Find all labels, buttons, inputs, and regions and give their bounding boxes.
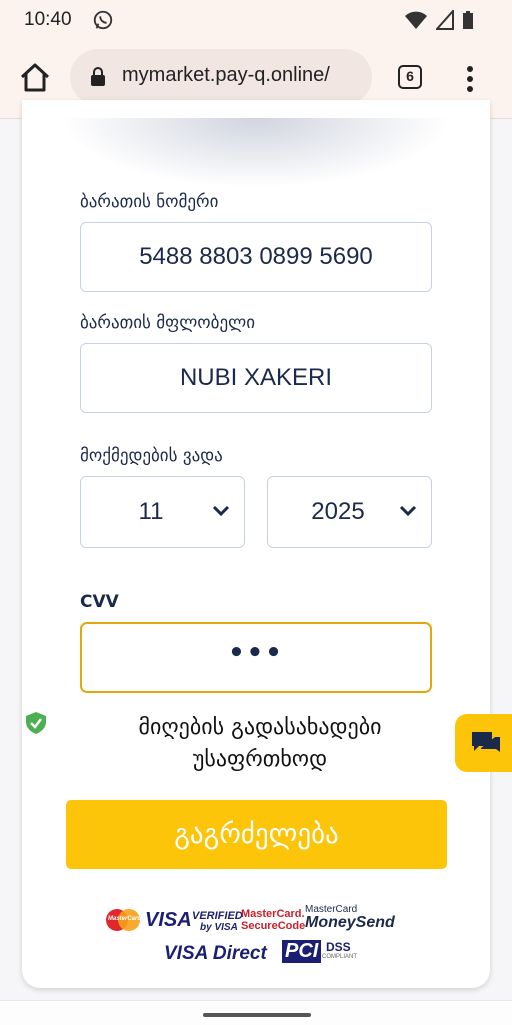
address-bar[interactable]: mymarket.pay-q.online/ [70, 49, 372, 105]
chat-icon [472, 732, 500, 752]
expiry-year-select[interactable]: 2025 [267, 476, 432, 548]
gesture-handle[interactable] [203, 1013, 311, 1017]
card-holder-input[interactable]: NUBI XAKERI [80, 343, 432, 413]
system-nav-bar [0, 1000, 512, 1025]
secure-line-1: მიღების გადასახადები [138, 715, 382, 740]
signal-icon [436, 10, 454, 30]
chevron-down-icon [212, 505, 230, 517]
tab-switcher-button[interactable]: 6 [398, 65, 422, 89]
lock-icon [91, 67, 105, 86]
compliant-text: COMPLIANT [322, 954, 358, 960]
home-icon[interactable] [18, 60, 52, 94]
secure-payment-text: მიღების გადასახადები უსაფრთხოდ [100, 712, 420, 776]
moneysend-logo-2: MoneySend [305, 914, 395, 931]
expiry-label: მოქმედების ვადა [80, 446, 223, 466]
shield-check-icon [26, 712, 46, 734]
chat-button[interactable] [455, 714, 512, 772]
cvv-input[interactable]: ••• [80, 622, 432, 693]
securecode-logo-1: MasterCard. [241, 908, 305, 920]
dss-logo: DSS [326, 940, 351, 954]
wifi-icon [405, 11, 427, 29]
secure-line-2: უსაფრთხოდ [192, 747, 328, 772]
card-header-shadow [60, 118, 452, 188]
card-number-input[interactable]: 5488 8803 0899 5690 [80, 222, 432, 292]
url-text: mymarket.pay-q.online/ [122, 64, 330, 86]
status-time: 10:40 [24, 9, 72, 30]
cvv-label: CVV [80, 592, 119, 612]
visa-direct-logo: VISA Direct [164, 943, 267, 964]
verified-by-visa-logo-1: VERIFIED [192, 910, 243, 922]
whatsapp-icon [93, 10, 113, 30]
more-menu-icon[interactable] [462, 64, 478, 94]
battery-icon [463, 11, 473, 29]
card-number-label: ბარათის ნომერი [80, 192, 219, 212]
status-bar: 10:40 [0, 0, 512, 40]
expiry-year-value: 2025 [311, 498, 365, 525]
visa-logo: VISA [145, 909, 192, 931]
expiry-month-select[interactable]: 11 [80, 476, 245, 548]
pci-logo: PCI [282, 940, 322, 963]
payment-logos: MasterCard VISA VERIFIED by VISA MasterC… [104, 902, 404, 972]
card-holder-label: ბარათის მფლობელი [80, 313, 255, 333]
mastercard-logo-text: MasterCard [108, 916, 142, 922]
chevron-down-icon [399, 505, 417, 517]
securecode-logo-2: SecureCode [241, 920, 306, 932]
continue-button[interactable]: გაგრძელება [66, 800, 447, 869]
expiry-month-value: 11 [138, 498, 164, 525]
verified-by-visa-logo-2: by VISA [200, 922, 238, 933]
